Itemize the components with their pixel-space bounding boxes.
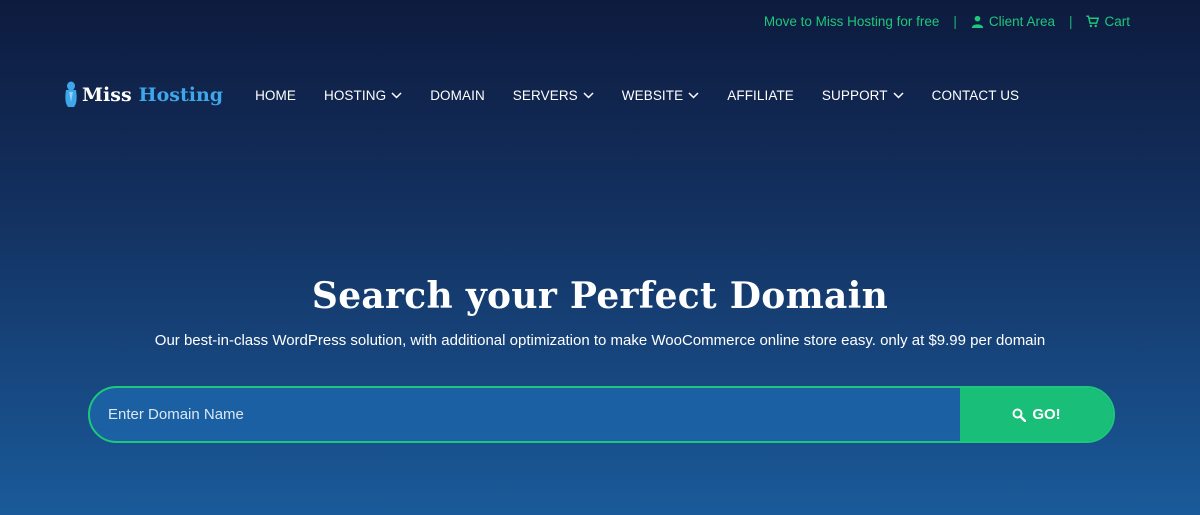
main-menu: HOME HOSTING DOMAIN SERVERS WEBSITE AFFI… [255, 88, 1047, 103]
go-button[interactable]: GO! [960, 388, 1113, 441]
nav-item-website[interactable]: WEBSITE [622, 88, 699, 103]
nav-item-servers[interactable]: SERVERS [513, 88, 594, 103]
search-icon [1012, 408, 1027, 422]
main-nav-row: Miss Hosting HOME HOSTING DOMAIN SERVERS… [62, 80, 1047, 110]
nav-item-support[interactable]: SUPPORT [822, 88, 904, 103]
cart-icon [1086, 15, 1100, 28]
nav-label: HOME [255, 87, 296, 103]
client-area-label: Client Area [988, 14, 1055, 29]
chevron-down-icon [583, 91, 594, 99]
nav-item-affiliate[interactable]: AFFILIATE [727, 88, 794, 103]
top-utility-bar: Move to Miss Hosting for free | Client A… [764, 14, 1130, 29]
logo-text-miss: Miss [82, 84, 132, 106]
nav-item-contact[interactable]: CONTACT US [932, 88, 1020, 103]
chevron-down-icon [391, 91, 402, 99]
domain-search-input[interactable] [90, 388, 960, 441]
nav-label: AFFILIATE [727, 87, 794, 103]
hero-title: Search your Perfect Domain [311, 275, 889, 317]
chevron-down-icon [688, 91, 699, 99]
go-button-label: GO! [1032, 406, 1061, 423]
chevron-down-icon [893, 91, 904, 99]
separator: | [1068, 14, 1073, 29]
user-icon [971, 15, 984, 28]
logo-text-hosting: Hosting [138, 84, 224, 106]
nav-label: SUPPORT [821, 87, 888, 103]
nav-label: CONTACT US [931, 87, 1020, 103]
cart-label: Cart [1104, 14, 1130, 29]
client-area-link[interactable]: Client Area [971, 14, 1055, 29]
nav-item-hosting[interactable]: HOSTING [324, 88, 402, 103]
hero-subtitle: Our best-in-class WordPress solution, wi… [154, 332, 1046, 349]
cart-link[interactable]: Cart [1086, 14, 1130, 29]
logo-mascot-icon [65, 81, 77, 107]
nav-label: DOMAIN [430, 87, 485, 103]
nav-item-domain[interactable]: DOMAIN [430, 88, 485, 103]
nav-label: SERVERS [512, 87, 578, 103]
nav-label: HOSTING [323, 87, 387, 103]
nav-label: WEBSITE [621, 87, 684, 103]
separator: | [953, 14, 957, 29]
logo[interactable]: Miss Hosting [62, 80, 223, 110]
domain-search-bar: GO! [88, 386, 1115, 443]
migrate-link[interactable]: Move to Miss Hosting for free [764, 14, 940, 29]
nav-item-home[interactable]: HOME [255, 88, 296, 103]
